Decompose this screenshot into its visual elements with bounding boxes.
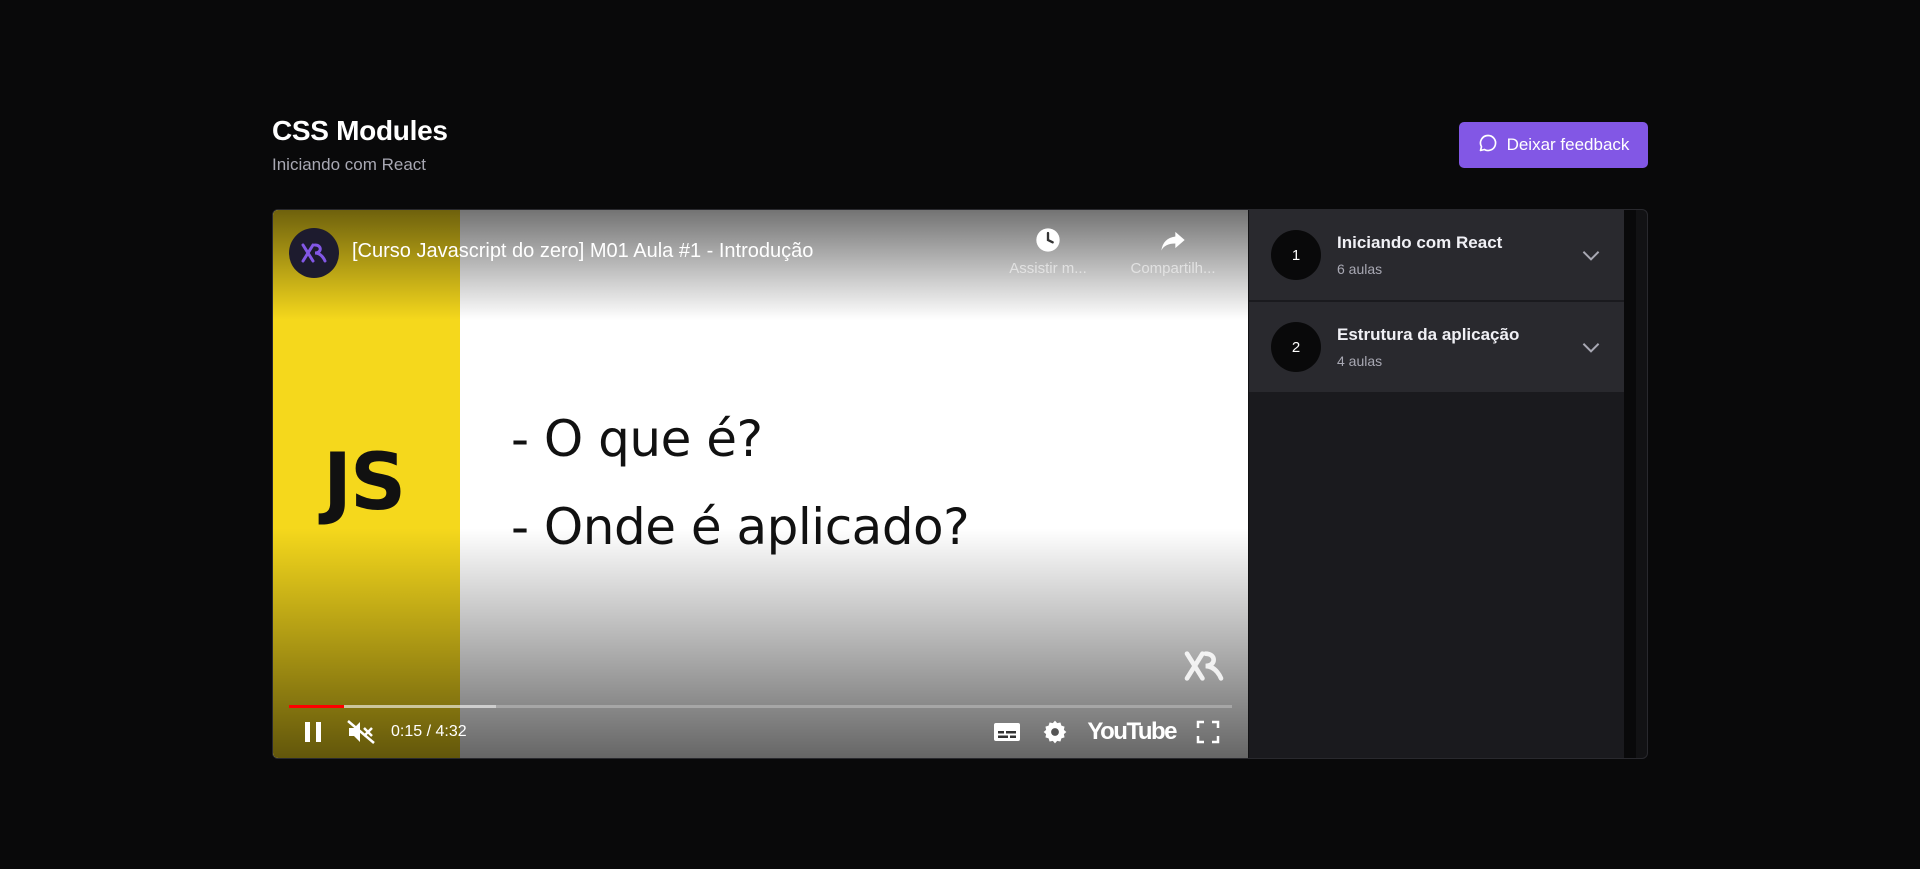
module-title: Estrutura da aplicação: [1337, 325, 1520, 344]
clock-icon: [1036, 228, 1060, 252]
channel-avatar[interactable]: [289, 228, 339, 278]
pause-button[interactable]: [289, 712, 337, 752]
page-subtitle: Iniciando com React: [272, 155, 427, 174]
player-controls: 0:15 / 4:32 YouTube: [289, 712, 1232, 752]
subtitles-button[interactable]: [983, 712, 1031, 752]
feedback-button-label: Deixar feedback: [1506, 135, 1630, 154]
slide-line-1: - O que é?: [511, 410, 763, 468]
modules-sidebar: 1 Iniciando com React 6 aulas 2 Estrutur…: [1248, 210, 1636, 758]
share-arrow-icon: [1161, 231, 1185, 251]
mute-button[interactable]: [337, 712, 385, 752]
settings-button[interactable]: [1031, 712, 1079, 752]
youtube-logo-button[interactable]: YouTube: [1079, 718, 1184, 746]
lesson-content: JS - O que é? - Onde é aplicado? [Curso …: [272, 209, 1648, 759]
module-number: 1: [1271, 230, 1321, 280]
share-button[interactable]: Compartilh...: [1118, 226, 1228, 278]
channel-logo-icon: [301, 243, 327, 263]
fullscreen-icon: [1196, 720, 1220, 744]
slide-js-badge: JS: [323, 438, 406, 528]
lesson-header: CSS Modules Iniciando com React Deixar f…: [272, 114, 1648, 174]
pause-icon: [305, 722, 321, 742]
time-display: 0:15 / 4:32: [391, 723, 467, 740]
module-lesson-count: 6 aulas: [1337, 261, 1383, 277]
watch-later-label: Assistir m...: [1009, 260, 1087, 277]
chevron-down-icon[interactable]: [1578, 242, 1604, 268]
share-label: Compartilh...: [1130, 260, 1216, 277]
module-lesson-count: 4 aulas: [1337, 353, 1383, 369]
gear-icon: [1044, 720, 1067, 744]
video-title[interactable]: [Curso Javascript do zero] M01 Aula #1 -…: [352, 240, 813, 263]
module-title: Iniciando com React: [1337, 233, 1503, 252]
subtitles-icon: [994, 723, 1021, 741]
sidebar-scrollbar[interactable]: [1624, 210, 1636, 758]
fullscreen-button[interactable]: [1184, 712, 1232, 752]
channel-watermark-icon[interactable]: [1182, 649, 1226, 688]
page-title: CSS Modules: [272, 115, 448, 146]
module-number: 2: [1271, 322, 1321, 372]
feedback-button[interactable]: Deixar feedback: [1459, 122, 1648, 168]
module-item[interactable]: 2 Estrutura da aplicação 4 aulas: [1249, 302, 1636, 392]
chat-bubble-icon: [1478, 133, 1498, 158]
video-player[interactable]: JS - O que é? - Onde é aplicado? [Curso …: [273, 210, 1248, 758]
chevron-down-icon[interactable]: [1578, 334, 1604, 360]
module-item[interactable]: 1 Iniciando com React 6 aulas: [1249, 210, 1636, 300]
progress-played: [289, 705, 344, 708]
progress-bar[interactable]: [289, 705, 1232, 708]
muted-speaker-icon: [347, 720, 375, 744]
watch-later-button[interactable]: Assistir m...: [993, 226, 1103, 278]
